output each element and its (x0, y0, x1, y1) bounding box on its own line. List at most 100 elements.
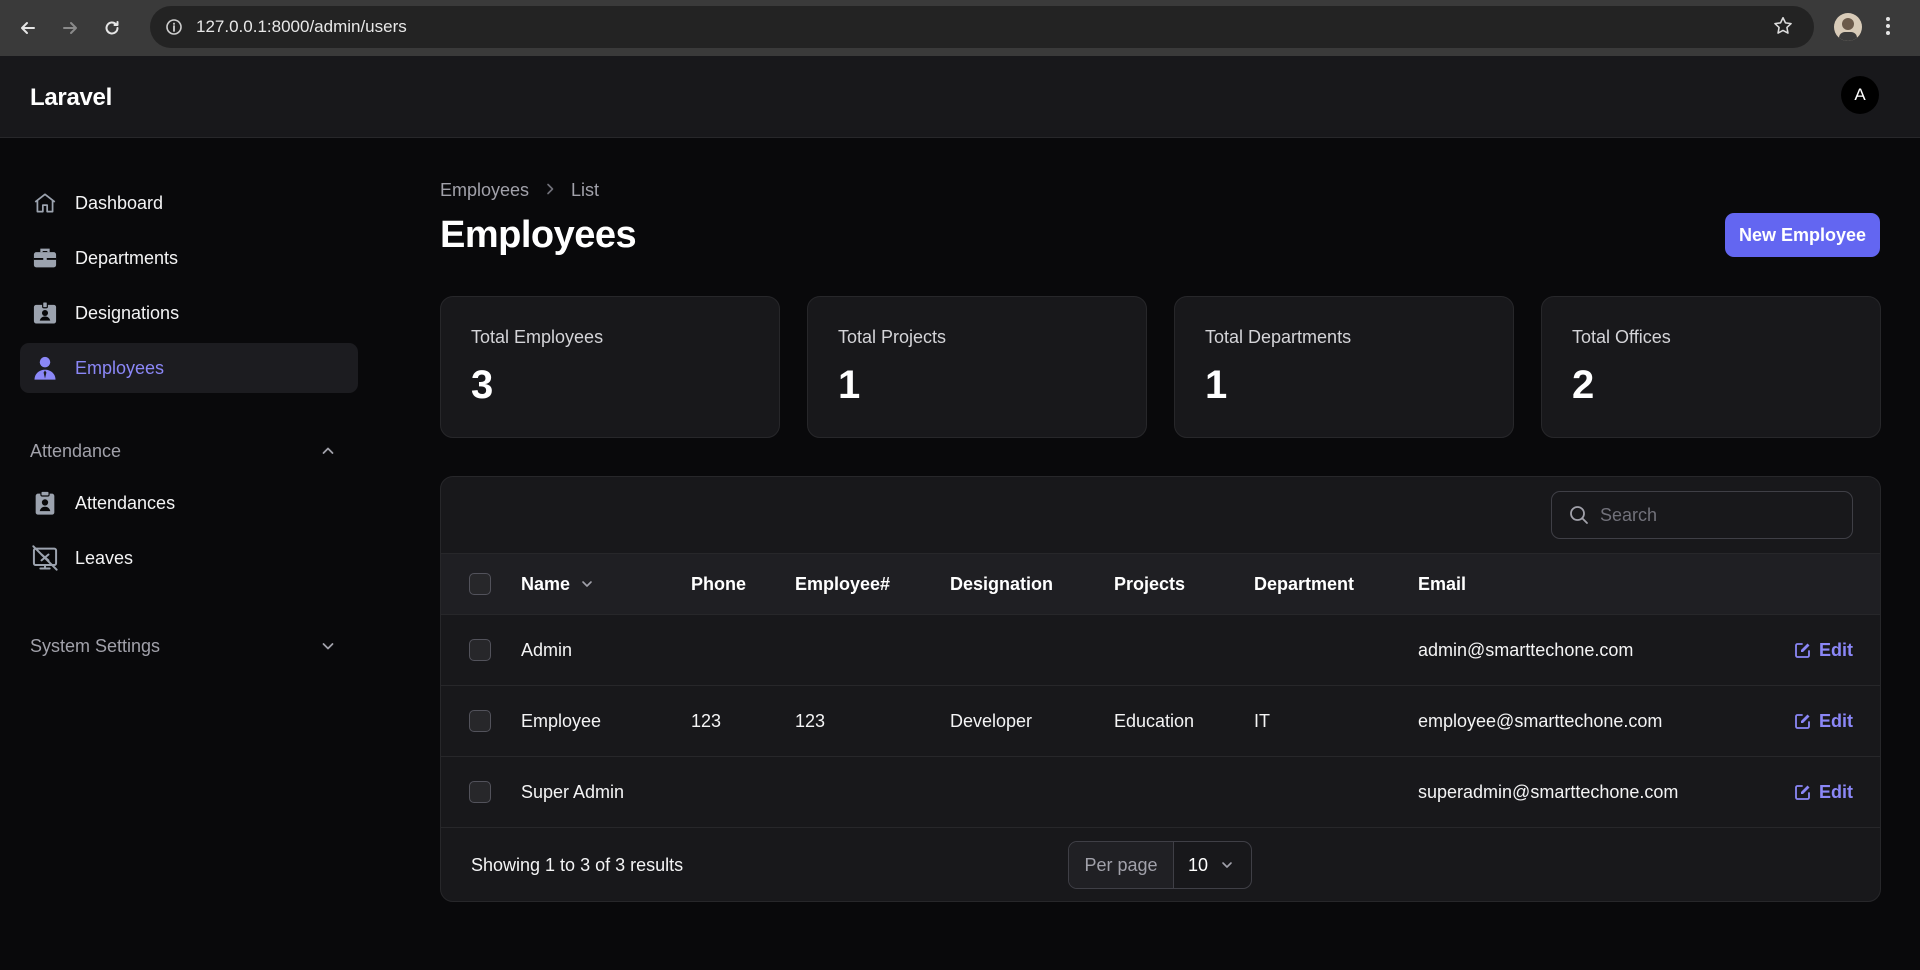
browser-menu-icon[interactable] (1884, 14, 1892, 43)
search-icon (1568, 504, 1590, 526)
column-header-employee-number: Employee# (795, 573, 891, 594)
stat-value: 3 (471, 363, 494, 407)
search-field[interactable] (1551, 491, 1853, 539)
sort-chevron-down-icon[interactable] (580, 577, 594, 591)
page-title: Employees (440, 214, 637, 256)
chevron-up-icon[interactable] (320, 443, 336, 459)
edit-button[interactable]: Edit (1794, 615, 1853, 685)
edit-button[interactable]: Edit (1794, 686, 1853, 756)
cell-projects: Education (1114, 710, 1195, 731)
row-checkbox[interactable] (469, 781, 491, 803)
clipboard-user-icon (30, 488, 60, 518)
url-text: 127.0.0.1:8000/admin/users (196, 17, 407, 36)
column-header-name[interactable]: Name (521, 554, 594, 614)
breadcrumb-link-employees[interactable]: Employees (440, 180, 529, 201)
cell-department: IT (1254, 710, 1270, 731)
column-header-department: Department (1254, 573, 1355, 594)
pagination-summary: Showing 1 to 3 of 3 results (471, 854, 684, 875)
site-info-icon[interactable] (162, 15, 186, 39)
stat-card-total-offices: Total Offices 2 (1541, 296, 1881, 438)
address-bar[interactable]: 127.0.0.1:8000/admin/users (150, 6, 1814, 48)
select-all-checkbox[interactable] (469, 573, 491, 595)
forward-icon[interactable] (56, 14, 84, 42)
cell-employee-number: 123 (795, 710, 826, 731)
search-input[interactable] (1600, 504, 1820, 526)
column-header-phone: Phone (691, 573, 747, 594)
chevron-down-icon[interactable] (320, 638, 336, 654)
column-header-designation: Designation (950, 573, 1054, 594)
sidebar-item-label: Designations (75, 302, 180, 323)
back-icon[interactable] (14, 14, 42, 42)
bookmark-star-icon[interactable] (1772, 15, 1794, 42)
briefcase-icon (30, 243, 60, 273)
cell-email: employee@smarttechone.com (1418, 710, 1663, 731)
per-page-label: Per page (1069, 842, 1174, 888)
sidebar-group-label: Attendance (30, 440, 122, 461)
stat-value: 1 (1205, 363, 1228, 407)
user-avatar[interactable]: A (1841, 76, 1879, 114)
sidebar-item-label: Departments (75, 247, 179, 268)
cell-name: Admin (521, 639, 573, 660)
edit-label: Edit (1819, 639, 1853, 660)
sidebar-group-system-settings[interactable]: System Settings (30, 633, 348, 659)
employees-table-card: Name Phone Employee# Designation Project… (440, 476, 1881, 902)
row-checkbox[interactable] (469, 639, 491, 661)
sidebar-item-departments[interactable]: Departments (20, 233, 358, 283)
sidebar-group-label: System Settings (30, 635, 161, 656)
column-header-email: Email (1418, 573, 1467, 594)
row-checkbox[interactable] (469, 710, 491, 732)
stat-label: Total Projects (838, 327, 947, 347)
sidebar-item-attendances[interactable]: Attendances (20, 478, 358, 528)
chevron-down-icon (1208, 858, 1234, 872)
reload-icon[interactable] (98, 14, 126, 42)
screen-share-off-icon (30, 543, 60, 573)
edit-label: Edit (1819, 710, 1853, 731)
home-icon (30, 188, 60, 218)
id-badge-icon (30, 298, 60, 328)
stat-label: Total Offices (1572, 327, 1671, 347)
new-employee-button[interactable]: New Employee (1725, 213, 1880, 257)
table-footer: Showing 1 to 3 of 3 results Per page 10 (441, 827, 1880, 901)
table-row[interactable]: Super Admin superadmin@smarttechone.com … (441, 757, 1880, 828)
sidebar-item-designations[interactable]: Designations (20, 288, 358, 338)
cell-phone: 123 (691, 710, 722, 731)
sidebar-item-employees[interactable]: Employees (20, 343, 358, 393)
cell-email: admin@smarttechone.com (1418, 639, 1634, 660)
column-header-projects: Projects (1114, 573, 1186, 594)
app-topbar: Laravel A (0, 56, 1920, 138)
sidebar-item-label: Employees (75, 357, 165, 378)
sidebar-item-leaves[interactable]: Leaves (20, 533, 358, 583)
stat-card-total-employees: Total Employees 3 (440, 296, 780, 438)
browser-toolbar: 127.0.0.1:8000/admin/users (0, 0, 1920, 56)
table-row[interactable]: Employee 123 123 Developer Education IT … (441, 686, 1880, 757)
cell-name: Employee (521, 710, 602, 731)
sidebar-item-label: Leaves (75, 547, 134, 568)
sidebar-group-attendance[interactable]: Attendance (30, 438, 348, 464)
sidebar-item-dashboard[interactable]: Dashboard (20, 178, 358, 228)
sidebar: Dashboard Departments Designations Emplo… (0, 138, 380, 970)
edit-icon (1794, 712, 1812, 730)
stat-label: Total Employees (471, 327, 604, 347)
edit-icon (1794, 783, 1812, 801)
edit-label: Edit (1819, 781, 1853, 802)
user-icon (30, 353, 60, 383)
breadcrumb-current: List (571, 180, 600, 200)
stat-value: 2 (1572, 363, 1595, 407)
per-page-value-select[interactable]: 10 (1174, 842, 1251, 888)
sidebar-item-label: Dashboard (75, 192, 164, 213)
table-header: Name Phone Employee# Designation Project… (441, 553, 1880, 615)
stat-value: 1 (838, 363, 861, 407)
cell-designation: Developer (950, 710, 1033, 731)
brand-logo[interactable]: Laravel (30, 84, 112, 112)
edit-button[interactable]: Edit (1794, 757, 1853, 827)
chevron-right-icon (543, 180, 557, 201)
per-page-value: 10 (1188, 854, 1209, 875)
per-page-select[interactable]: Per page 10 (1068, 841, 1252, 889)
sidebar-item-label: Attendances (75, 492, 176, 513)
edit-icon (1794, 641, 1812, 659)
cell-email: superadmin@smarttechone.com (1418, 781, 1679, 802)
stat-card-total-projects: Total Projects 1 (807, 296, 1147, 438)
table-row[interactable]: Admin admin@smarttechone.com Edit (441, 615, 1880, 686)
column-label: Name (521, 573, 571, 594)
browser-profile-avatar[interactable] (1834, 13, 1862, 41)
